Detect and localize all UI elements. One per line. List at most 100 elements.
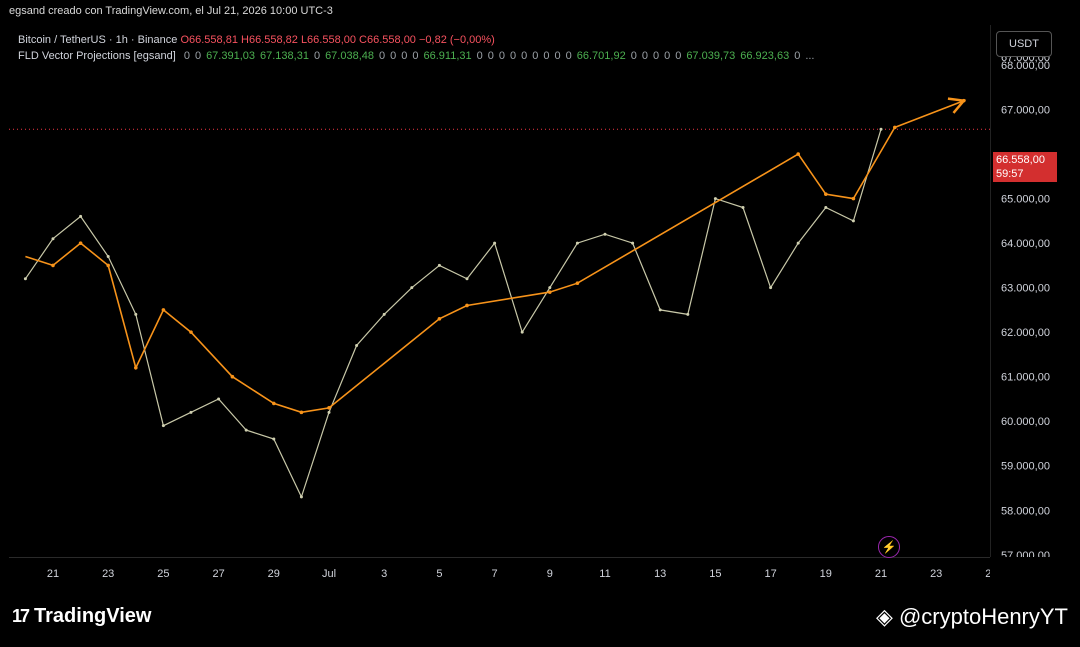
indicator-value: 0 [194, 50, 202, 62]
price-tick-label: 61.000,00 [1001, 372, 1050, 384]
price-point [161, 424, 165, 428]
price-point [272, 437, 276, 441]
price-point [796, 241, 800, 245]
author-handle: ◈ @cryptoHenryYT [876, 604, 1068, 630]
date-tick-label: 5 [436, 568, 442, 580]
price-point [658, 308, 662, 312]
price-point [134, 312, 138, 316]
tradingview-logo[interactable]: 17 TradingView [12, 605, 151, 628]
symbol-title[interactable]: Bitcoin / TetherUS · 1h · Binance [18, 34, 177, 46]
price-point [851, 219, 855, 223]
price-tick-label: 60.000,00 [1001, 416, 1050, 428]
projection-vertex [893, 125, 897, 130]
indicator-value: 0 [652, 50, 660, 62]
currency-button[interactable]: USDT [996, 31, 1052, 57]
indicator-title[interactable]: FLD Vector Projections [egsand] [18, 50, 176, 62]
price-chart-svg [9, 97, 990, 499]
price-point [741, 206, 745, 210]
date-tick-label: 29 [268, 568, 280, 580]
indicator-value: 66.701,92 [576, 50, 626, 62]
projection-vertex [824, 192, 828, 196]
indicator-value: 0 [521, 50, 528, 62]
projection-vertex [465, 303, 469, 308]
price-point [23, 277, 27, 281]
price-point [244, 428, 248, 432]
indicator-value: 0 [510, 50, 517, 62]
time-axis[interactable]: 21 23 25 27 29 Jul 3 5 7 9 11 13 15 17 19 21 23 25 [9, 557, 998, 586]
projection-vertex [437, 317, 442, 321]
date-tick-label: 13 [654, 568, 666, 580]
indicator-value: 0 [183, 50, 190, 62]
projection-vertex [134, 365, 138, 370]
price-point [631, 241, 635, 245]
price-axis[interactable]: 68.000,00 67.000,00 65.000,00 64.000,00 63.0… [990, 25, 1063, 562]
price-point [879, 127, 883, 131]
date-tick-label: Jul [322, 568, 336, 580]
indicator-value: 0 [664, 50, 671, 62]
date-tick-label: 21 [875, 568, 887, 580]
price-point [189, 410, 193, 414]
chart-credit: egsand creado con TradingView.com, el Ju… [9, 5, 333, 17]
projection-vertex [548, 290, 552, 294]
price-point [769, 286, 773, 290]
price-tick-label: 65.000,00 [1001, 194, 1050, 206]
indicator-value: 0 [675, 50, 682, 62]
price-point [382, 312, 386, 316]
current-price-value: 66.558,00 [996, 154, 1045, 166]
indicator-value: 0 [498, 50, 505, 62]
projection-vertex [189, 330, 193, 334]
date-tick-label: 11 [599, 568, 610, 580]
price-tick-label: 67.000,00 [1001, 105, 1050, 117]
date-tick-label: 25 [157, 568, 169, 580]
date-tick-label: 21 [47, 568, 59, 580]
price-point [686, 312, 690, 316]
indicator-value: 0 [379, 50, 386, 62]
date-tick-label: 23 [930, 568, 942, 580]
indicator-value: 0 [554, 50, 561, 62]
indicator-value: 67.039,73 [686, 50, 736, 62]
indicator-value: 0 [565, 50, 572, 62]
projection-vertex [575, 281, 580, 286]
projection-vertex [796, 152, 800, 156]
current-price-label: 66.558,00 59:57 [993, 152, 1057, 182]
ohlc-values: O66.558,81 H66.558,82 L66.558,00 C66.558… [180, 34, 495, 46]
price-point [493, 241, 497, 245]
price-point [713, 197, 717, 201]
price-axis-svg: 68.000,0067.000,0065.000,0064.000,0063.0… [1001, 52, 1050, 562]
author-handle-text: @cryptoHenryYT [898, 604, 1068, 629]
indicator-value: 0 [543, 50, 550, 62]
price-tick-label: 62.000,00 [1001, 327, 1050, 339]
projection-vertex [78, 241, 83, 245]
price-tick-label: 59.000,00 [1001, 461, 1050, 473]
price-point [437, 263, 441, 267]
lightning-icon[interactable]: ⚡ [878, 536, 900, 558]
indicator-value: 67.138,31 [260, 50, 309, 62]
price-point [410, 286, 414, 290]
indicator-value: 0 [412, 50, 419, 62]
date-tick-label: 27 [212, 568, 224, 580]
price-series-line [24, 129, 882, 499]
price-tick-label: 57.000,00 [1001, 550, 1050, 557]
indicator-value: 0 [476, 50, 483, 62]
projection-vertex [106, 263, 110, 268]
projection-path [25, 99, 965, 414]
indicator-value: 0 [532, 50, 539, 62]
indicator-value: 0 [641, 50, 648, 62]
price-point [79, 214, 83, 218]
indicator-value: 0 [487, 50, 494, 62]
indicator-value: 0 [794, 50, 801, 62]
projection-vertex [272, 401, 276, 406]
indicator-value: 67.391,03 [206, 50, 255, 62]
indicator-value: ... [805, 50, 815, 62]
projection-vertex [230, 374, 235, 379]
price-point [824, 206, 828, 210]
indicator-value: 67.038,48 [325, 50, 374, 62]
indicator-value: 0 [313, 50, 321, 62]
chart-canvas[interactable] [9, 25, 990, 557]
date-tick-label: 3 [381, 568, 387, 580]
price-point [51, 237, 55, 241]
date-tick-label: 7 [492, 568, 498, 580]
binance-diamond-icon: ◈ [876, 604, 893, 629]
indicator-value: 0 [630, 50, 637, 62]
projection-vertex [299, 410, 304, 415]
